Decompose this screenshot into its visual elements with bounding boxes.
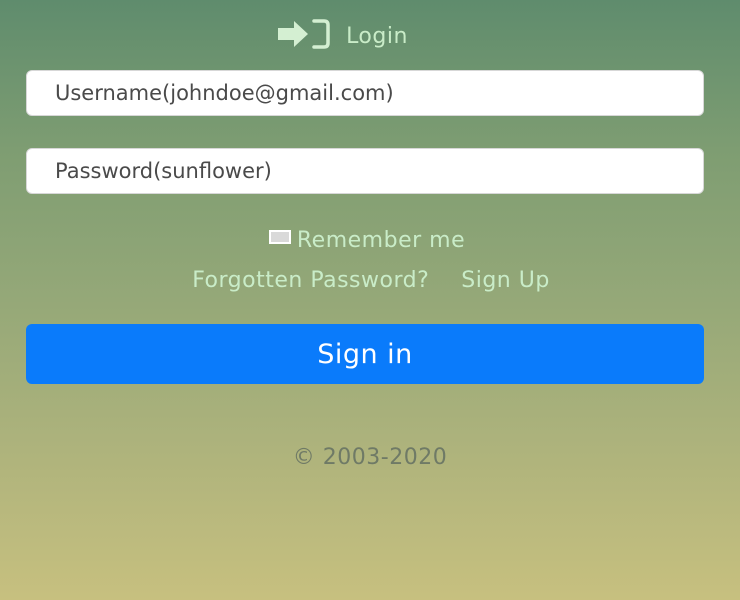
sign-in-button[interactable]: Sign in [26, 324, 704, 384]
password-input[interactable] [26, 148, 704, 194]
sign-up-link[interactable]: Sign Up [461, 268, 550, 293]
remember-me-row: Remember me [0, 224, 740, 256]
forgot-password-link[interactable]: Forgotten Password? [192, 268, 429, 293]
login-header: Login [0, 16, 740, 52]
page-title: Login [346, 23, 408, 49]
username-input[interactable] [26, 70, 704, 116]
remember-me-label[interactable]: Remember me [297, 228, 465, 253]
auth-links: Forgotten Password? Sign Up [0, 264, 740, 296]
copyright-text: © 2003-2020 [292, 445, 448, 470]
sign-in-icon [276, 16, 334, 52]
remember-me-checkbox[interactable] [268, 230, 291, 244]
